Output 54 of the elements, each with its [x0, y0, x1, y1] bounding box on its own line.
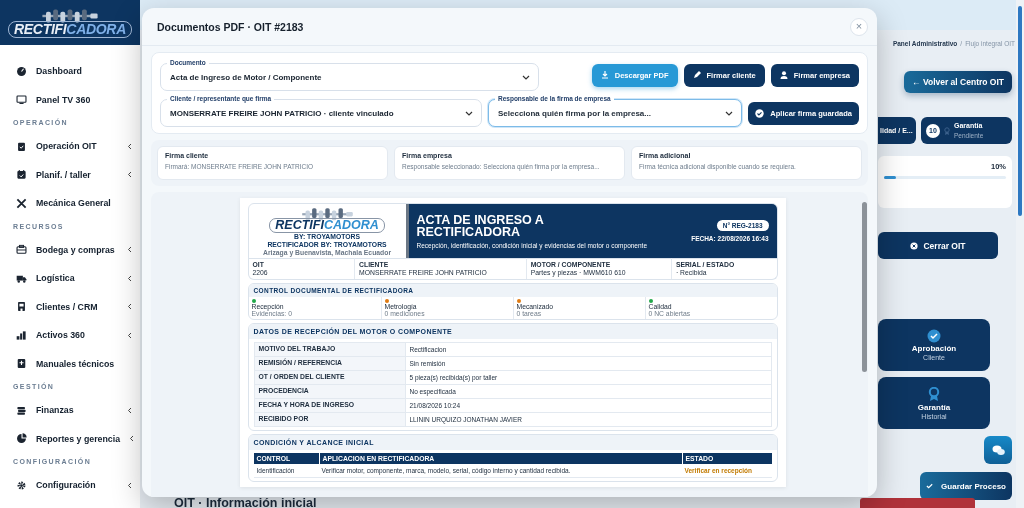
award-icon	[928, 386, 940, 402]
section-title: OIT · Información inicial	[174, 497, 318, 508]
sidebar-item[interactable]: Dashboard	[0, 57, 140, 86]
check-icon	[926, 483, 934, 489]
sidebar-item[interactable]: Clientes / CRM	[0, 292, 140, 321]
pencil-icon	[692, 71, 701, 79]
dropdown-caret-icon	[725, 110, 734, 116]
user-icon	[779, 71, 788, 79]
sidebar-item[interactable]: Bodega y compras	[0, 235, 140, 264]
close-oit-button[interactable]: Cerrar OIT	[878, 232, 998, 259]
save-button[interactable]: Guardar Proceso	[920, 472, 1012, 500]
back-button[interactable]: ← Volver al Centro OIT	[904, 71, 1012, 93]
menu-icon	[16, 301, 27, 313]
close-button[interactable]: ×	[850, 17, 868, 36]
menu-icon	[16, 94, 27, 106]
sidebar-item[interactable]: Configuración	[0, 471, 140, 500]
sidebar-item[interactable]: Finanzas	[0, 396, 140, 425]
sidebar-item[interactable]: Reportes y gerencia	[0, 424, 140, 453]
chat-icon	[991, 444, 1005, 456]
dropdown-caret-icon	[465, 110, 473, 116]
phase-title: Garantía	[917, 402, 951, 412]
sidebar-item[interactable]: Panel TV 360	[0, 85, 140, 114]
dialog-title: Documentos PDF · OIT #2183	[157, 20, 304, 33]
logo-wordmark: RECTIFICADORA	[8, 20, 132, 38]
award-icon	[944, 126, 950, 135]
logo-wordmark: RECTIFICADORA	[269, 218, 385, 234]
sidebar-item[interactable]: Planif. / taller	[0, 160, 140, 189]
sidebar-item[interactable]: Manuales técnicos	[0, 349, 140, 378]
crankshaft-icon	[40, 7, 100, 24]
scrollbar[interactable]	[1016, 0, 1024, 508]
menu-icon	[16, 169, 27, 181]
menu-icon	[16, 433, 27, 445]
menu-icon	[16, 244, 27, 256]
preview-scrollbar[interactable]	[861, 202, 867, 372]
crankshaft-icon	[299, 206, 355, 222]
download-icon	[600, 71, 609, 79]
menu-icon	[16, 329, 27, 341]
document-title: ACTA DE INGRESO A RECTIFICADORA	[416, 213, 545, 239]
sidebar-item[interactable]: Logística	[0, 264, 140, 293]
dropdown-caret-icon	[522, 74, 530, 80]
sidebar-item[interactable]: Mecánica General	[0, 189, 140, 218]
check-badge-icon	[927, 329, 941, 343]
menu-icon	[16, 479, 27, 491]
menu-icon	[16, 404, 27, 416]
phase-title: Aprobación	[911, 344, 957, 353]
menu-icon	[16, 358, 27, 370]
sidebar-item[interactable]: Activos 360	[0, 321, 140, 350]
sidebar-item[interactable]: Operación OIT	[0, 132, 140, 161]
check-circle-icon	[755, 108, 765, 118]
close-circle-icon	[910, 241, 919, 250]
menu-icon	[16, 197, 27, 209]
menu-icon	[16, 65, 27, 77]
menu-icon	[16, 140, 27, 152]
chat-button[interactable]	[984, 436, 1012, 464]
